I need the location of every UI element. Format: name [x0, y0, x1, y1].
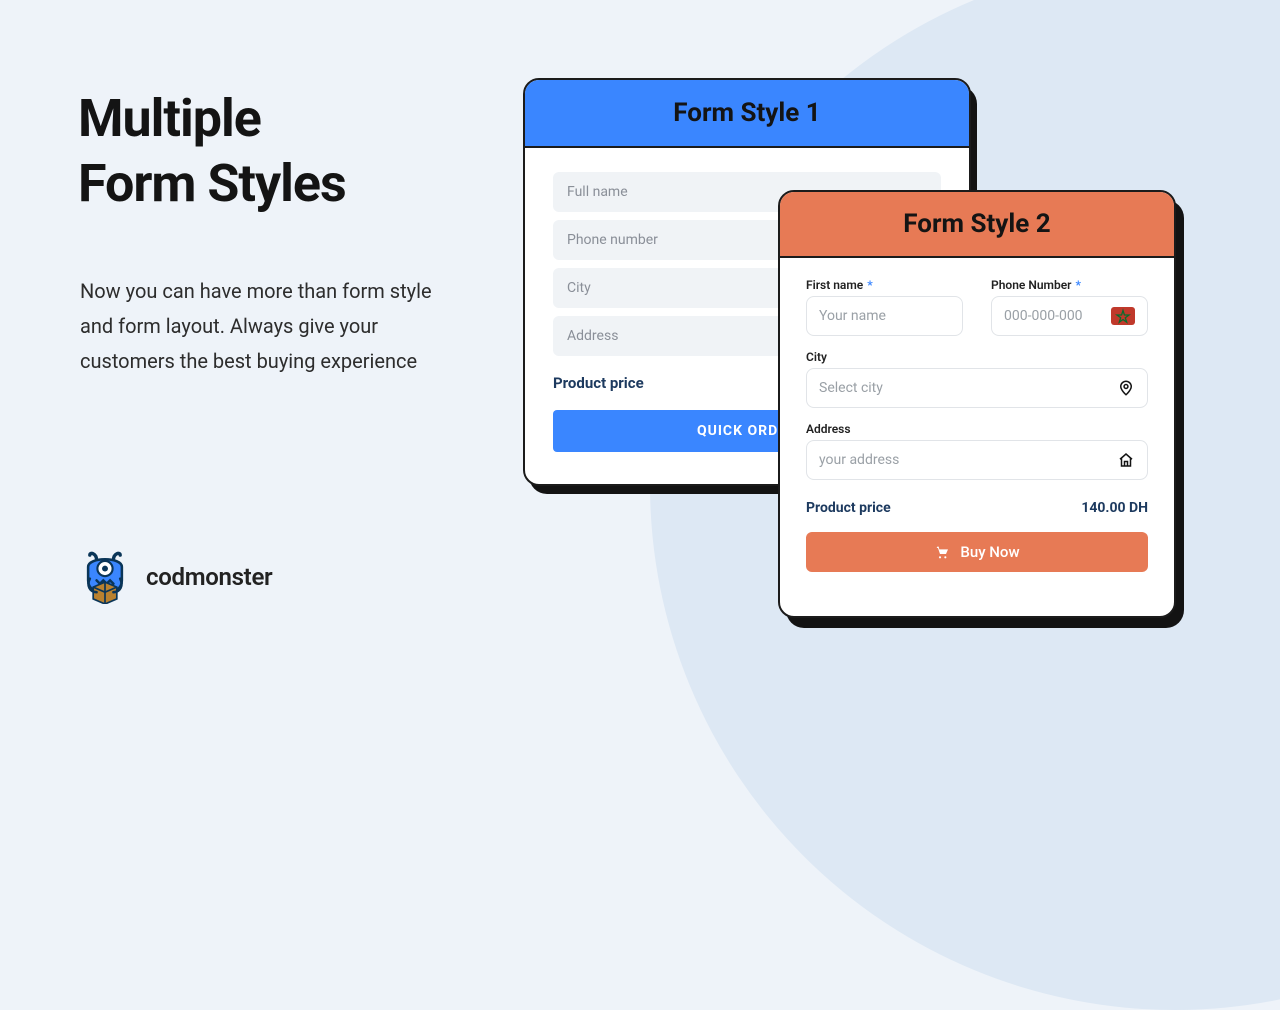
phone-placeholder: 000-000-000: [1004, 308, 1083, 324]
form-card-2: Form Style 2 First name * Your name Phon…: [778, 190, 1176, 618]
card-2-titlebar: Form Style 2: [780, 192, 1174, 258]
required-star: *: [867, 278, 872, 292]
city-placeholder: City: [567, 280, 591, 296]
card-2-price-value: 140.00 DH: [1081, 500, 1148, 516]
city-select[interactable]: Select city: [806, 368, 1148, 408]
brand-lockup: codmonster: [78, 550, 272, 604]
phone-placeholder: Phone number: [567, 232, 658, 248]
card-2-price-label: Product price: [806, 500, 891, 516]
buy-now-button[interactable]: Buy Now: [806, 532, 1148, 572]
address-label: Address: [806, 422, 1148, 436]
morocco-flag-icon[interactable]: [1111, 307, 1135, 325]
page-title: Multiple Form Styles: [78, 86, 346, 216]
fullname-placeholder: Full name: [567, 184, 628, 200]
city-placeholder: Select city: [819, 380, 883, 396]
headline-line-1: Multiple: [78, 86, 346, 151]
buy-now-label: Buy Now: [960, 543, 1019, 561]
brand-name: codmonster: [146, 563, 272, 591]
firstname-label: First name *: [806, 278, 963, 292]
phone-label: Phone Number *: [991, 278, 1148, 292]
phone-input[interactable]: 000-000-000: [991, 296, 1148, 336]
card-2-title: Form Style 2: [903, 209, 1050, 239]
home-icon: [1117, 451, 1135, 469]
location-pin-icon: [1117, 379, 1135, 397]
card-1-titlebar: Form Style 1: [525, 80, 969, 148]
cart-icon: [934, 544, 950, 560]
brand-logo-icon: [78, 550, 132, 604]
required-star: *: [1075, 278, 1080, 292]
address-placeholder: Address: [567, 328, 618, 344]
firstname-placeholder: Your name: [819, 308, 886, 324]
address-input[interactable]: your address: [806, 440, 1148, 480]
card-1-title: Form Style 1: [673, 98, 820, 128]
address-placeholder: your address: [819, 452, 899, 468]
headline-line-2: Form Styles: [78, 151, 346, 216]
city-label: City: [806, 350, 1148, 364]
page-subtitle: Now you can have more than form style an…: [80, 274, 450, 379]
firstname-input[interactable]: Your name: [806, 296, 963, 336]
